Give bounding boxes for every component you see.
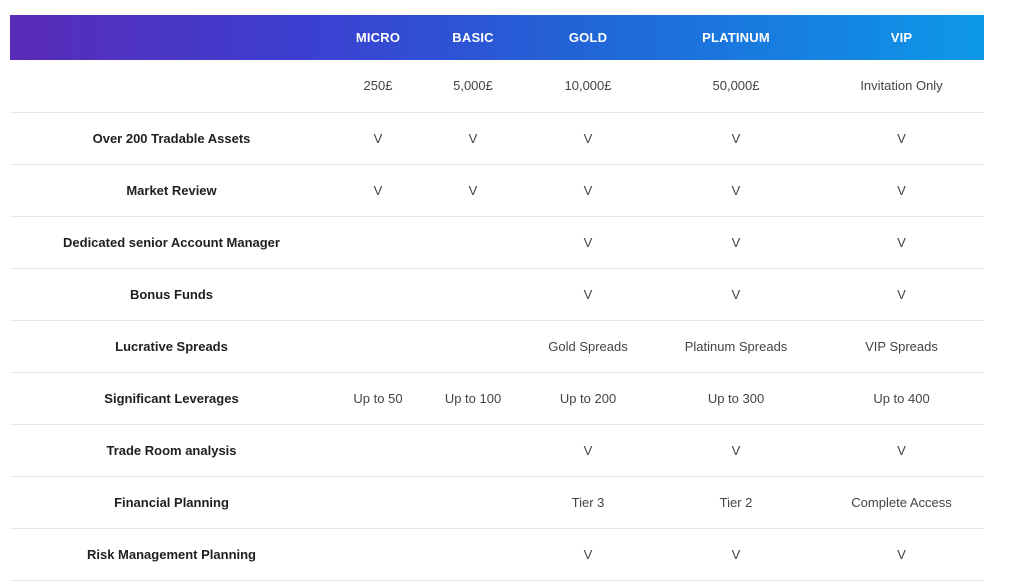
plan-header-vip: VIP: [890, 30, 913, 45]
cell-vip: V: [897, 234, 906, 250]
plan-header-gold: GOLD: [568, 30, 608, 45]
cell-basic: [423, 216, 523, 268]
table-row: Risk Management Planning V V V: [10, 528, 984, 580]
cell-vip: V: [897, 130, 906, 146]
cell-vip: VIP Spreads: [865, 338, 938, 354]
cell-vip: Complete Access: [851, 494, 952, 510]
cell-micro: [333, 528, 423, 580]
cell-micro: [333, 424, 423, 476]
cell-basic: [423, 476, 523, 528]
cell-platinum: Tier 2: [719, 494, 753, 510]
cell-gold: V: [583, 130, 593, 146]
cell-micro: [333, 216, 423, 268]
plan-header-micro: MICRO: [355, 30, 401, 45]
cell-basic: V: [468, 182, 478, 198]
cell-basic: [423, 424, 523, 476]
cell-platinum: V: [731, 546, 741, 562]
cell-vip: V: [897, 442, 906, 458]
feature-label: Risk Management Planning: [86, 546, 257, 562]
cell-gold: V: [583, 182, 593, 198]
table-row: Lucrative Spreads Gold Spreads Platinum …: [10, 320, 984, 372]
feature-label: Dedicated senior Account Manager: [63, 234, 280, 250]
feature-label: Over 200 Tradable Assets: [92, 130, 251, 146]
price-row: 250£ 5,000£ 10,000£ 50,000£ Invitation O…: [10, 60, 984, 112]
plan-header-platinum: PLATINUM: [702, 30, 770, 45]
cell-vip: Up to 400: [873, 390, 930, 406]
table-row: Bonus Funds V V V: [10, 268, 984, 320]
cell-gold: V: [583, 286, 593, 302]
cell-micro: [333, 320, 423, 372]
table-row: Dedicated senior Account Manager V V V: [10, 216, 984, 268]
cell-platinum: V: [731, 234, 741, 250]
cell-micro: [333, 476, 423, 528]
cell-micro: V: [373, 130, 383, 146]
table-row: Over 200 Tradable Assets V V V V V: [10, 112, 984, 164]
price-label-cell: [10, 60, 333, 112]
cell-platinum: V: [731, 286, 741, 302]
table-header: MICRO BASIC GOLD PLATINUM VIP: [10, 15, 984, 60]
cell-micro: V: [373, 182, 383, 198]
price-platinum: 50,000£: [712, 78, 760, 94]
feature-label: Bonus Funds: [129, 286, 214, 302]
cell-basic: [423, 528, 523, 580]
cell-vip: V: [897, 546, 906, 562]
feature-label: Lucrative Spreads: [115, 338, 228, 354]
plans-comparison: MICRO BASIC GOLD PLATINUM VIP 250£ 5,000…: [10, 15, 984, 581]
cell-gold: V: [583, 234, 593, 250]
cell-gold: V: [583, 546, 593, 562]
feature-label: Financial Planning: [114, 494, 229, 510]
cell-vip: V: [897, 182, 906, 198]
feature-label: Market Review: [126, 182, 217, 198]
cell-platinum: V: [731, 182, 741, 198]
cell-platinum: V: [731, 442, 741, 458]
header-blank-cell: [10, 15, 333, 60]
cell-basic: V: [468, 130, 478, 146]
table-row: Significant Leverages Up to 50 Up to 100…: [10, 372, 984, 424]
price-micro: 250£: [363, 78, 393, 94]
cell-platinum: Platinum Spreads: [684, 338, 788, 354]
cell-micro: Up to 50: [353, 390, 403, 406]
table-row: Financial Planning Tier 3 Tier 2 Complet…: [10, 476, 984, 528]
cell-gold: V: [583, 442, 593, 458]
plans-comparison-table: MICRO BASIC GOLD PLATINUM VIP 250£ 5,000…: [10, 15, 984, 581]
cell-micro: [333, 268, 423, 320]
cell-platinum: V: [731, 130, 741, 146]
cell-platinum: Up to 300: [707, 390, 765, 406]
table-row: Market Review V V V V V: [10, 164, 984, 216]
feature-label: Significant Leverages: [104, 390, 239, 406]
price-gold: 10,000£: [564, 78, 612, 94]
price-vip: Invitation Only: [860, 78, 943, 94]
cell-vip: V: [897, 286, 906, 302]
price-basic: 5,000£: [453, 78, 493, 94]
cell-gold: Gold Spreads: [548, 338, 628, 354]
feature-label: Trade Room analysis: [106, 442, 237, 458]
cell-gold: Up to 200: [559, 390, 617, 406]
table-body: 250£ 5,000£ 10,000£ 50,000£ Invitation O…: [10, 60, 984, 580]
cell-gold: Tier 3: [571, 494, 605, 510]
plan-header-basic: BASIC: [452, 30, 494, 45]
cell-basic: [423, 320, 523, 372]
cell-basic: [423, 268, 523, 320]
table-row: Trade Room analysis V V V: [10, 424, 984, 476]
header-row: MICRO BASIC GOLD PLATINUM VIP: [10, 15, 984, 60]
cell-basic: Up to 100: [444, 390, 502, 406]
